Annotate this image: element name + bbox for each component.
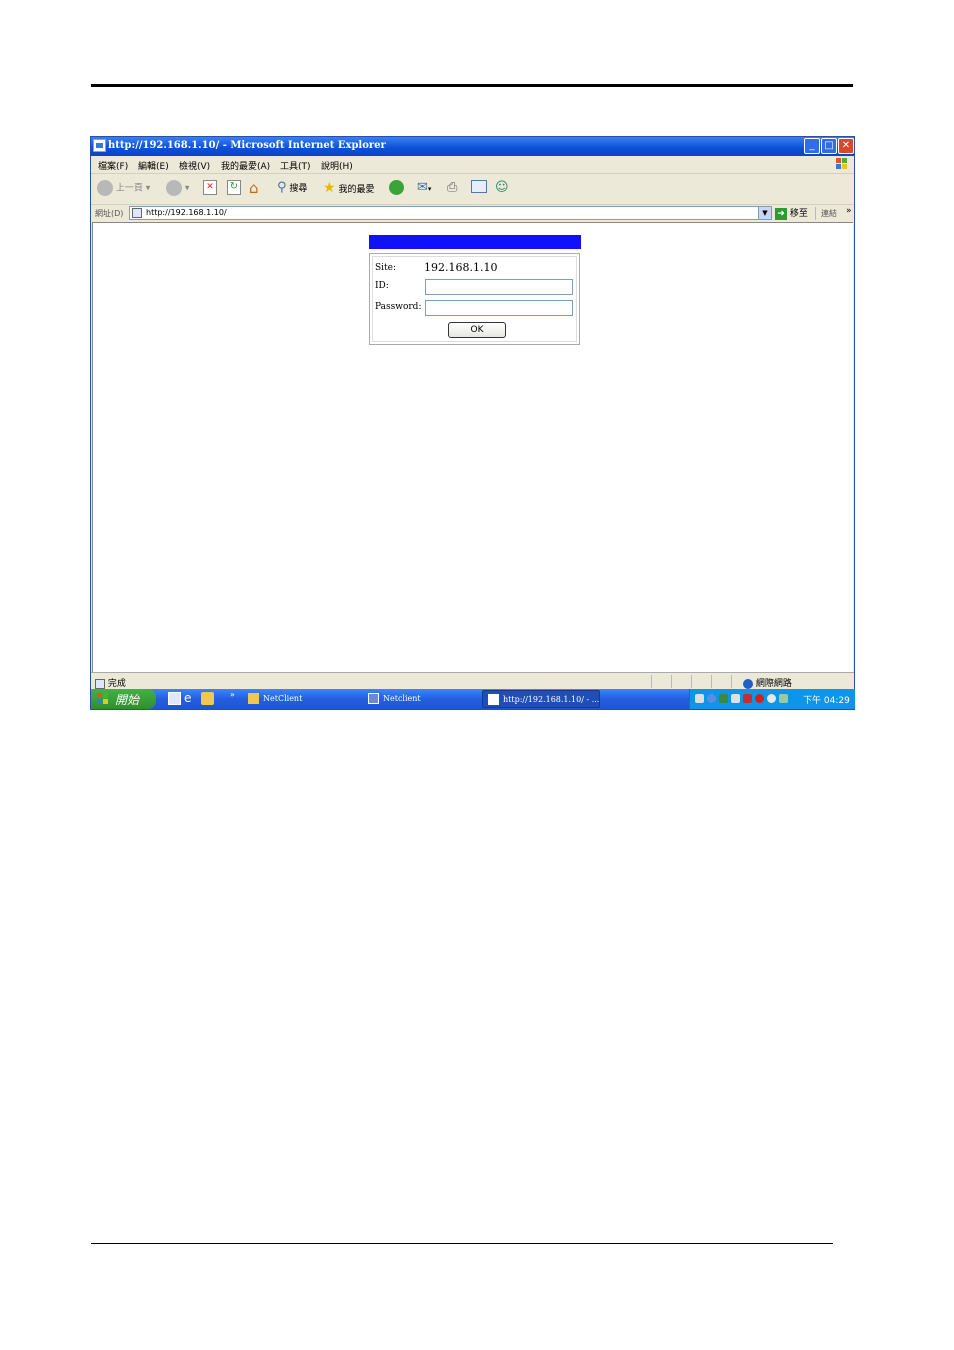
maximize-button[interactable]: □ xyxy=(821,138,837,154)
favorites-button[interactable]: ★ 我的最愛 xyxy=(323,180,374,198)
edit-button[interactable] xyxy=(471,180,487,198)
back-label: 上一頁 xyxy=(115,183,143,194)
app-icon xyxy=(368,693,379,704)
menu-view[interactable]: 檢視(V) xyxy=(179,159,210,172)
alert-tray-icon[interactable] xyxy=(755,694,764,703)
links-label[interactable]: 連結 xyxy=(821,208,837,219)
login-title: User Login xyxy=(372,236,423,246)
search-button[interactable]: ⚲ 搜尋 xyxy=(277,180,307,198)
windows-flag-icon xyxy=(97,693,109,705)
messenger-tray-icon[interactable] xyxy=(779,694,788,703)
network-tray-icon[interactable] xyxy=(707,694,716,703)
ie-page-icon xyxy=(93,139,106,152)
history-icon xyxy=(389,180,404,195)
show-desktop-icon[interactable] xyxy=(168,692,181,705)
volume-tray-icon[interactable] xyxy=(731,694,740,703)
stop-button[interactable]: ✕ xyxy=(203,180,217,198)
address-label: 網址(D) xyxy=(95,209,124,218)
status-text: 完成 xyxy=(95,676,126,689)
zone-indicator: 網際網路 xyxy=(743,676,792,689)
ie-window: http://192.168.1.10/ - Microsoft Interne… xyxy=(90,136,855,710)
search-label: 搜尋 xyxy=(289,184,308,194)
favorites-label: 我的最愛 xyxy=(338,185,375,195)
star-icon: ★ xyxy=(323,180,336,196)
update-tray-icon[interactable] xyxy=(767,694,776,703)
print-button[interactable]: ⎙ xyxy=(447,180,457,198)
messenger-icon: ☺ xyxy=(495,180,509,195)
forward-button[interactable]: ▾ xyxy=(166,180,189,198)
go-button[interactable]: ➜ 移至 xyxy=(775,206,808,220)
toolbar: 上一頁 ▾ ▾ ✕ ↻ ⌂ ⚲ 搜尋 ★ 我的最愛 ✉▾ ⎙ ☺ xyxy=(91,174,854,205)
password-label: Password: xyxy=(375,302,422,312)
title-bar: http://192.168.1.10/ - Microsoft Interne… xyxy=(91,137,854,156)
menu-file[interactable]: 檔案(F) xyxy=(98,159,128,172)
minimize-button[interactable]: _ xyxy=(804,138,820,154)
start-label: 開始 xyxy=(115,693,140,707)
search-icon: ⚲ xyxy=(277,180,287,195)
system-tray: 下午 04:29 xyxy=(689,689,855,709)
quicklaunch-more-icon[interactable]: » xyxy=(230,690,235,699)
folder-icon xyxy=(248,693,259,704)
ie-quicklaunch-icon[interactable]: e xyxy=(184,692,197,705)
page-top-rule xyxy=(91,84,853,87)
keyboard-tray-icon[interactable] xyxy=(695,694,704,703)
status-bar: 完成 網際網路 xyxy=(91,672,854,690)
id-label: ID: xyxy=(375,281,389,291)
security-tray-icon[interactable] xyxy=(719,694,728,703)
mail-button[interactable]: ✉▾ xyxy=(417,180,431,198)
id-field[interactable] xyxy=(425,279,573,295)
back-arrow-icon xyxy=(97,180,113,196)
links-more-icon[interactable]: » xyxy=(846,206,852,216)
back-button[interactable]: 上一頁 ▾ xyxy=(97,180,150,198)
site-value: 192.168.1.10 xyxy=(424,261,498,274)
home-icon: ⌂ xyxy=(249,179,259,197)
stop-icon: ✕ xyxy=(203,180,217,195)
go-arrow-icon: ➜ xyxy=(775,207,787,220)
menu-edit[interactable]: 編輯(E) xyxy=(138,159,169,172)
address-input[interactable]: http://192.168.1.10/ ▼ xyxy=(129,206,772,220)
messenger-button[interactable]: ☺ xyxy=(495,180,509,198)
print-icon: ⎙ xyxy=(447,180,458,195)
page-bottom-rule xyxy=(91,1243,833,1244)
ie-task-icon xyxy=(488,694,499,705)
address-dropdown-icon[interactable]: ▼ xyxy=(758,207,771,219)
home-button[interactable]: ⌂ xyxy=(249,180,259,198)
windows-logo-icon xyxy=(836,158,848,170)
task-netclient-app[interactable]: Netclient xyxy=(363,690,479,708)
task-ie-window[interactable]: http://192.168.1.10/ - ... xyxy=(482,690,600,708)
go-label: 移至 xyxy=(789,209,808,219)
refresh-button[interactable]: ↻ xyxy=(227,180,241,198)
folder-quicklaunch-icon[interactable] xyxy=(201,692,214,705)
forward-arrow-icon xyxy=(166,180,182,196)
window-title: http://192.168.1.10/ - Microsoft Interne… xyxy=(108,140,386,151)
taskbar: 開始 e » NetClient Netclient http://192.16… xyxy=(91,689,855,709)
history-button[interactable] xyxy=(389,180,404,198)
clock: 下午 04:29 xyxy=(803,696,850,706)
menu-bar: 檔案(F) 編輯(E) 檢視(V) 我的最愛(A) 工具(T) 說明(H) xyxy=(91,156,854,174)
antivirus-tray-icon[interactable] xyxy=(743,694,752,703)
menu-tools[interactable]: 工具(T) xyxy=(280,159,311,172)
login-header: User Login xyxy=(369,235,581,249)
task-netclient-folder[interactable]: NetClient xyxy=(243,690,359,708)
menu-favorites[interactable]: 我的最愛(A) xyxy=(221,159,270,172)
globe-icon xyxy=(743,678,753,689)
refresh-icon: ↻ xyxy=(227,180,241,195)
password-field[interactable] xyxy=(425,300,573,316)
menu-help[interactable]: 說明(H) xyxy=(321,159,353,172)
mail-icon: ✉ xyxy=(417,180,428,195)
address-bar: 網址(D) http://192.168.1.10/ ▼ ➜ 移至 連結 » xyxy=(91,205,854,222)
login-form: Site: 192.168.1.10 ID: Password: OK xyxy=(369,253,580,345)
ok-button[interactable]: OK xyxy=(448,322,506,338)
close-button[interactable]: ✕ xyxy=(838,138,854,154)
site-label: Site: xyxy=(375,263,397,273)
start-button[interactable]: 開始 xyxy=(91,689,156,709)
address-url: http://192.168.1.10/ xyxy=(146,208,227,217)
edit-icon xyxy=(471,180,487,193)
page-done-icon xyxy=(95,678,105,689)
page-viewport: User Login Site: 192.168.1.10 ID: Passwo… xyxy=(92,222,853,672)
page-icon xyxy=(132,208,142,218)
